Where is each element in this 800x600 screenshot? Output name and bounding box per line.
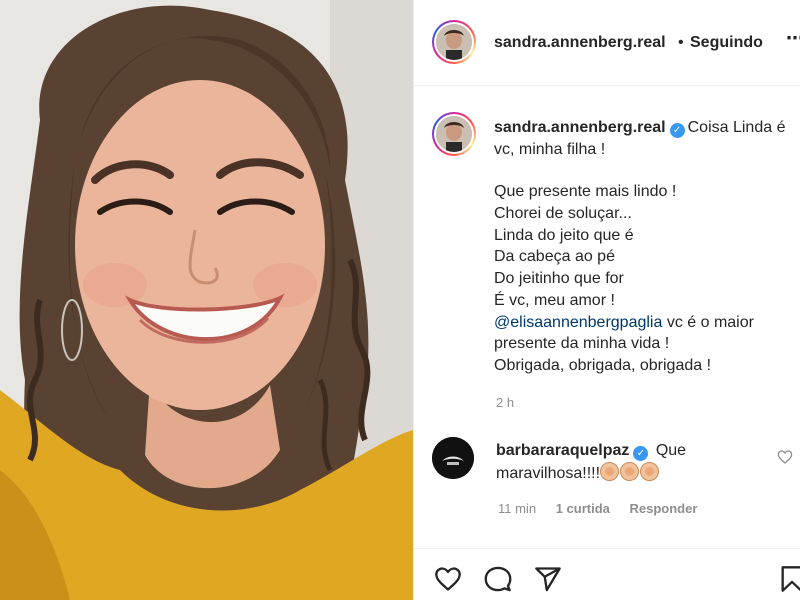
comment-time[interactable]: 11 min: [498, 501, 536, 516]
commenter-username[interactable]: barbararaquelpaz: [496, 442, 629, 459]
caption-line: Que presente mais lindo !: [494, 183, 677, 201]
bookmark-icon[interactable]: [778, 565, 800, 593]
caption-line: presente da minha vida !: [494, 335, 670, 353]
caption-username[interactable]: sandra.annenberg.real: [494, 119, 666, 136]
header-username[interactable]: sandra.annenberg.real: [494, 34, 666, 52]
clapping-hands-icon: [640, 461, 660, 481]
following-button[interactable]: Seguindo: [690, 34, 763, 52]
comment-icon[interactable]: [484, 565, 512, 593]
post-actions: [414, 548, 800, 600]
separator-dot: •: [678, 34, 684, 51]
post-image[interactable]: [0, 0, 413, 600]
clapping-hands-icon: [600, 461, 620, 481]
post-header: sandra.annenberg.real • Seguindo ⋯: [414, 0, 800, 86]
post-photo: [0, 0, 413, 600]
caption-line: Obrigada, obrigada, obrigada !: [494, 356, 712, 374]
comment-likes[interactable]: 1 curtida: [556, 501, 610, 516]
caption-mention-text: vc é o maior: [662, 313, 754, 331]
comment-text: maravilhosa!!!!: [496, 464, 601, 482]
caption-line: É vc, meu amor !: [494, 291, 615, 309]
more-options-icon[interactable]: ⋯: [786, 28, 800, 49]
post-timestamp[interactable]: 2 h: [496, 395, 514, 410]
caption-line: Linda do jeito que é: [494, 226, 634, 244]
mention-link[interactable]: @elisaannenbergpaglia: [494, 314, 662, 331]
verified-badge-icon: ✓: [633, 446, 649, 461]
comment-like-heart-icon[interactable]: [777, 449, 793, 465]
avatar-photo: [436, 24, 472, 60]
caption-avatar[interactable]: [432, 112, 476, 156]
clapping-hands-icon: [620, 461, 640, 481]
comment-text: Que: [651, 442, 687, 459]
reply-button[interactable]: Responder: [630, 501, 698, 516]
post-sidebar: sandra.annenberg.real • Seguindo ⋯ sandr…: [413, 0, 800, 600]
caption-line: Da cabeça ao pé: [494, 248, 615, 266]
avatar-photo: [436, 116, 472, 152]
caption-line: Chorei de soluçar...: [494, 205, 632, 223]
commenter-avatar[interactable]: [432, 437, 474, 479]
post-caption: sandra.annenberg.real ✓ Coisa Linda é vc, …: [494, 117, 794, 377]
caption-line: Do jeitinho que for: [494, 270, 624, 288]
author-avatar[interactable]: [432, 20, 476, 64]
paper-plane-icon[interactable]: [534, 565, 562, 593]
heart-icon[interactable]: [434, 565, 462, 593]
comment: barbararaquelpaz ✓ Que maravilhosa!!!!: [496, 440, 766, 484]
avatar-photo: [432, 437, 474, 479]
comment-meta: 11 min 1 curtida Responder: [498, 501, 713, 516]
verified-badge-icon: ✓: [669, 123, 685, 138]
